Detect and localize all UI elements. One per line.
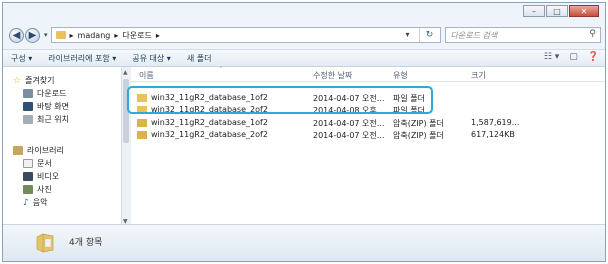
share-button[interactable]: 공유 대상 ▾	[132, 53, 171, 64]
nav-libraries[interactable]: 라이브러리	[13, 145, 64, 156]
column-modified[interactable]: 수정한 날짜	[313, 70, 352, 81]
nav-favorites-label: 즐겨찾기	[25, 76, 55, 85]
address-row: ◀ ▶ ▾ ▸ madang ▸ 다운로드 ▸ ▾ ↻ 다운로드 검색 ⚲	[9, 25, 601, 45]
chevron-right-icon: ▸	[114, 30, 119, 40]
sort-up-icon: ˄	[219, 66, 223, 74]
videos-icon	[23, 172, 33, 181]
nav-recent-label: 최근 위치	[37, 115, 69, 124]
folder-large-icon	[36, 233, 54, 253]
nav-downloads[interactable]: 다운로드	[23, 88, 66, 99]
view-controls: ☷ ▾ ▢ ❓	[534, 52, 599, 62]
column-size[interactable]: 크기	[471, 70, 486, 81]
nav-music[interactable]: ♪ 음악	[23, 197, 47, 208]
nav-recent[interactable]: 최근 위치	[23, 114, 69, 125]
breadcrumb-downloads[interactable]: 다운로드	[122, 30, 151, 41]
search-icon: ⚲	[589, 29, 596, 39]
search-input[interactable]: 다운로드 검색 ⚲	[444, 27, 601, 43]
minimize-button[interactable]: –	[523, 5, 545, 17]
nav-documents[interactable]: 문서	[23, 158, 52, 169]
nav-desktop-label: 바탕 화면	[37, 102, 69, 111]
file-size: 617,124KB	[471, 130, 515, 139]
column-header: ˄ 이름 수정한 날짜 유형 크기	[131, 66, 605, 82]
organize-button[interactable]: 구성 ▾	[11, 53, 32, 64]
include-library-button[interactable]: 라이브러리에 포함 ▾	[48, 53, 116, 64]
file-name: win32_11gR2_database_2of2	[151, 130, 268, 139]
nav-videos[interactable]: 비디오	[23, 171, 59, 182]
preview-pane-icon[interactable]: ▢	[569, 52, 578, 62]
forward-button[interactable]: ▶	[25, 27, 40, 43]
file-name: win32_11gR2_database_1of2	[151, 118, 268, 127]
navigation-pane: ☆ 즐겨찾기 다운로드 바탕 화면 최근 위치 라이브러리 문서 비디오 사진 …	[3, 67, 121, 227]
address-dropdown-icon[interactable]: ▾	[406, 30, 410, 39]
forward-arrow-icon: ▶	[28, 29, 37, 41]
item-count: 4개 항목	[69, 238, 103, 248]
desktop-icon	[23, 102, 33, 111]
file-name-cell: win32_11gR2_database_1of2	[137, 118, 268, 127]
explorer-window: – □ ✕ ◀ ▶ ▾ ▸ madang ▸ 다운로드 ▸ ▾ ↻ 다운로드 검…	[2, 2, 606, 262]
file-name-cell: win32_11gR2_database_2of2	[137, 130, 268, 139]
chevron-right-icon: ▸	[155, 30, 160, 40]
highlight-box	[127, 86, 433, 114]
command-bar: 구성 ▾ 라이브러리에 포함 ▾ 공유 대상 ▾ 새 폴더 ☷ ▾ ▢ ❓	[3, 49, 605, 67]
nav-downloads-label: 다운로드	[37, 89, 67, 98]
download-folder-icon	[23, 89, 33, 98]
nav-pictures-label: 사진	[37, 185, 52, 194]
file-modified: 2014-04-07 오전...	[313, 119, 385, 128]
nav-desktop[interactable]: 바탕 화면	[23, 101, 69, 112]
search-placeholder: 다운로드 검색	[450, 30, 498, 40]
back-button[interactable]: ◀	[9, 27, 24, 43]
help-icon[interactable]: ❓	[588, 52, 599, 62]
refresh-icon[interactable]: ↻	[418, 28, 440, 42]
nav-music-label: 음악	[32, 198, 48, 207]
folder-small-icon	[55, 31, 66, 39]
file-size: 1,587,619...	[471, 118, 520, 127]
details-pane: 4개 항목	[3, 224, 605, 261]
back-arrow-icon: ◀	[12, 29, 21, 41]
nav-videos-label: 비디오	[37, 172, 60, 181]
nav-favorites[interactable]: ☆ 즐겨찾기	[13, 75, 55, 86]
view-options-icon[interactable]: ☷ ▾	[544, 52, 559, 62]
new-folder-button[interactable]: 새 폴더	[187, 53, 212, 64]
breadcrumb-madang[interactable]: madang	[78, 31, 111, 40]
table-row[interactable]: win32_11gR2_database_1of2 2014-04-07 오전.…	[131, 117, 605, 129]
maximize-button[interactable]: □	[546, 5, 568, 17]
library-icon	[13, 146, 23, 155]
nav-documents-label: 문서	[37, 159, 52, 168]
scroll-up-icon[interactable]: ▲	[123, 69, 128, 76]
file-modified: 2014-04-07 오전...	[313, 131, 385, 140]
music-icon: ♪	[23, 197, 29, 208]
recent-pages-dropdown-icon[interactable]: ▾	[44, 31, 48, 39]
nav-pictures[interactable]: 사진	[23, 184, 52, 195]
address-bar[interactable]: ▸ madang ▸ 다운로드 ▸ ▾ ↻	[50, 27, 441, 43]
column-name[interactable]: 이름	[139, 70, 154, 81]
column-type[interactable]: 유형	[393, 70, 408, 81]
zip-folder-icon	[137, 118, 147, 127]
nav-libraries-label: 라이브러리	[27, 146, 64, 155]
chevron-right-icon: ▸	[69, 30, 74, 40]
documents-icon	[23, 159, 33, 168]
file-type: 압축(ZIP) 폴더	[393, 119, 444, 128]
close-button[interactable]: ✕	[569, 5, 599, 17]
pictures-icon	[23, 185, 33, 194]
window-controls: – □ ✕	[522, 5, 599, 17]
star-icon: ☆	[13, 75, 22, 86]
table-row[interactable]: win32_11gR2_database_2of2 2014-04-07 오전.…	[131, 129, 605, 141]
file-type: 압축(ZIP) 폴더	[393, 131, 444, 140]
zip-folder-icon	[137, 130, 147, 139]
recent-places-icon	[23, 115, 33, 124]
